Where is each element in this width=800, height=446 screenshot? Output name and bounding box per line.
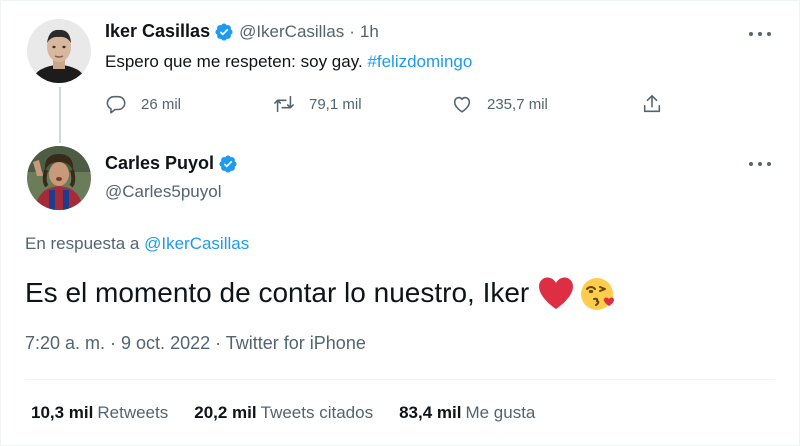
- share-icon: [643, 94, 661, 113]
- stat-likes[interactable]: 83,4 mil Me gusta: [399, 403, 535, 423]
- reply-name-row: Carles Puyol: [105, 153, 238, 174]
- tweet-thread: Iker Casillas @IkerCasillas · 1h Espero …: [0, 0, 800, 446]
- kiss-emoji-icon: [581, 278, 615, 310]
- original-handle[interactable]: @IkerCasillas: [239, 22, 344, 42]
- original-display-name[interactable]: Iker Casillas: [105, 21, 210, 42]
- stat-likes-label: Me gusta: [465, 403, 536, 422]
- replying-to-line: En respuesta a @IkerCasillas: [25, 234, 249, 254]
- stat-retweets-value: 10,3 mil: [31, 403, 94, 422]
- original-text-body: Espero que me respeten: soy gay.: [105, 52, 363, 71]
- divider-top: [25, 379, 775, 380]
- reply-display-name[interactable]: Carles Puyol: [105, 153, 214, 174]
- stat-retweets[interactable]: 10,3 mil Retweets: [31, 403, 168, 423]
- stat-quote-tweets[interactable]: 20,2 mil Tweets citados: [194, 403, 373, 423]
- original-tweet-text: Espero que me respeten: soy gay. #felizd…: [105, 52, 472, 72]
- share-action[interactable]: [641, 93, 677, 115]
- stat-quote-tweets-value: 20,2 mil: [194, 403, 257, 422]
- like-icon: [453, 96, 471, 113]
- reply-handle[interactable]: @Carles5puyol: [105, 182, 221, 202]
- avatar-puyol[interactable]: [27, 146, 91, 210]
- original-time[interactable]: 1h: [360, 22, 379, 42]
- reply-mention-link[interactable]: @IkerCasillas: [144, 234, 249, 253]
- reply-count: 26 mil: [141, 95, 182, 113]
- verified-badge-icon: [215, 22, 233, 41]
- stat-quote-tweets-label: Tweets citados: [260, 403, 374, 422]
- hashtag-link[interactable]: #felizdomingo: [367, 52, 472, 71]
- reply-handle-row: @Carles5puyol: [105, 182, 221, 202]
- heart-emoji-icon: [539, 277, 574, 309]
- thread-connector-line: [59, 87, 61, 143]
- retweet-count: 79,1 mil: [309, 95, 362, 113]
- separator-dot: ·: [349, 21, 355, 41]
- original-more-icon[interactable]: [749, 30, 771, 38]
- like-action[interactable]: 235,7 mil: [451, 93, 548, 115]
- reply-action[interactable]: 26 mil: [105, 93, 181, 115]
- verified-badge-icon: [219, 154, 237, 173]
- stat-likes-value: 83,4 mil: [399, 403, 462, 422]
- avatar-iker[interactable]: [27, 19, 91, 83]
- tweet-timestamp[interactable]: 7:20 a. m. · 9 oct. 2022 · Twitter for i…: [25, 333, 366, 354]
- engagement-stats: 10,3 mil Retweets 20,2 mil Tweets citados …: [31, 403, 561, 423]
- stat-retweets-label: Retweets: [97, 403, 169, 422]
- reply-text-body: Es el momento de contar lo nuestro, Iker: [25, 277, 530, 308]
- retweet-action[interactable]: 79,1 mil: [273, 93, 362, 115]
- original-name-row: Iker Casillas @IkerCasillas · 1h: [105, 21, 379, 42]
- reply-tweet-text: Es el momento de contar lo nuestro, Iker: [25, 274, 617, 312]
- reply-icon: [106, 95, 126, 114]
- reply-prefix: En respuesta a: [25, 234, 140, 253]
- retweet-icon: [274, 95, 294, 113]
- reply-more-icon[interactable]: [749, 160, 771, 168]
- like-count: 235,7 mil: [487, 95, 548, 113]
